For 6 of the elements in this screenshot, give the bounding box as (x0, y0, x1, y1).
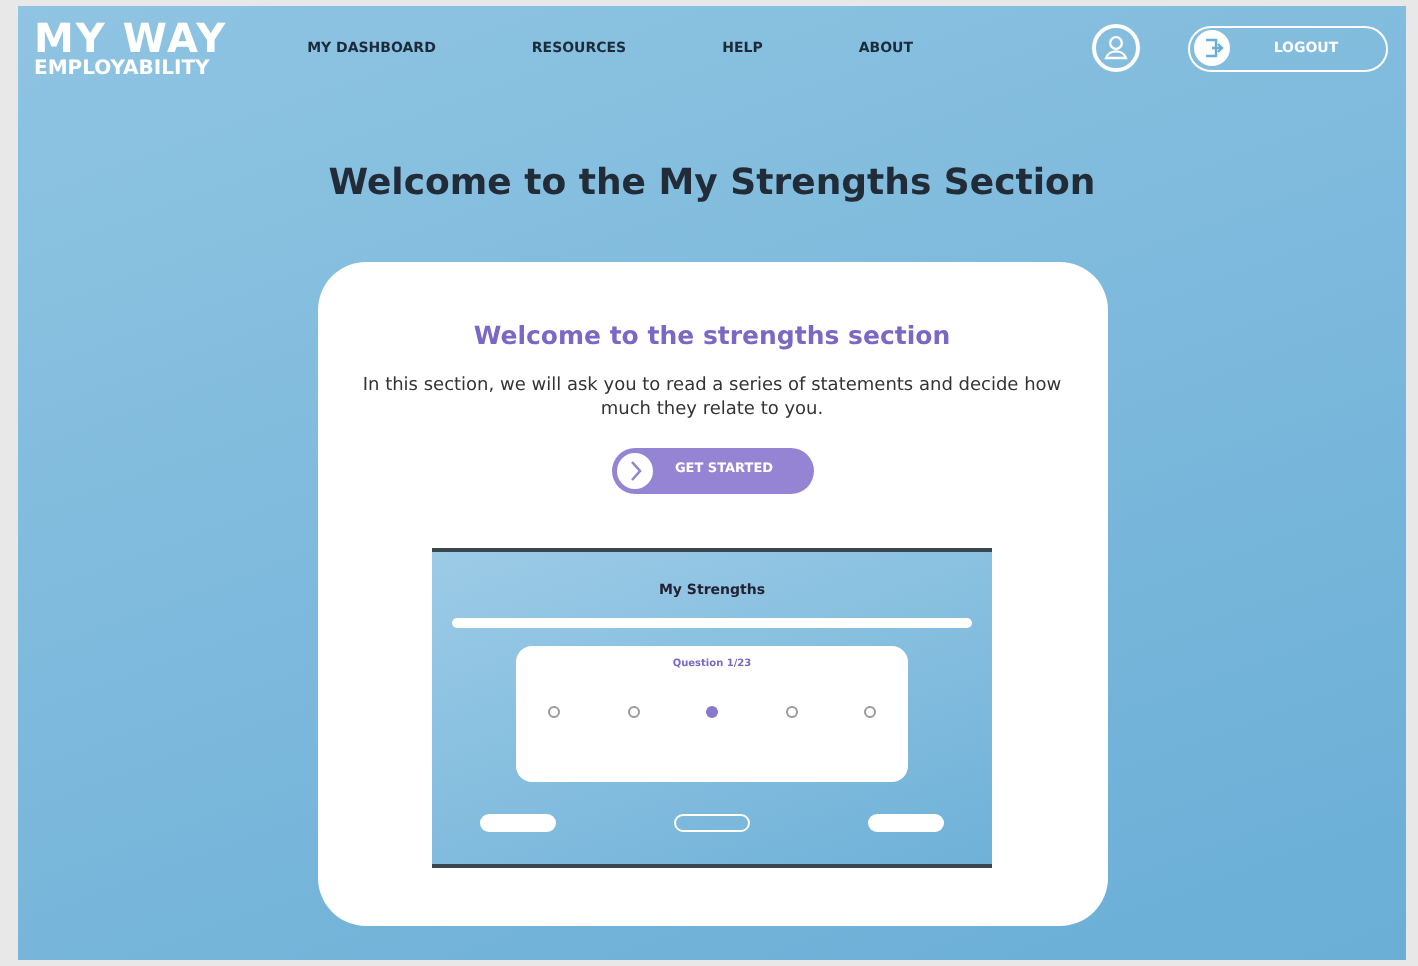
page-heading: Welcome to the My Strengths Section (326, 162, 1098, 206)
card-title: Welcome to the strengths section (471, 317, 953, 354)
card-text: In this section, we will ask you to read a series of statements and decide how much they relate to you. (361, 374, 1063, 423)
logout-icon (1194, 30, 1230, 66)
chevron-right-icon (615, 451, 653, 490)
user-icon[interactable] (1092, 24, 1140, 72)
